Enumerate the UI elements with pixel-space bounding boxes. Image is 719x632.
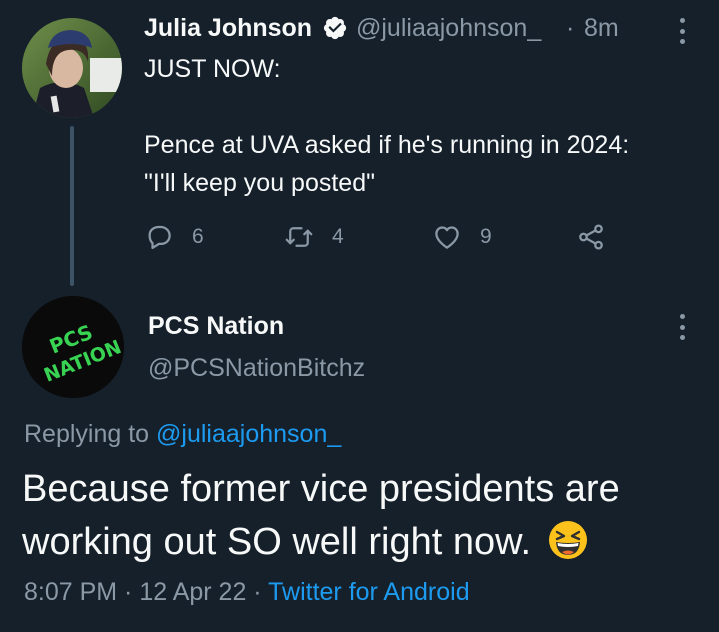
reply-text: working out SO well right now.	[22, 521, 532, 563]
parent-display-name[interactable]: Julia Johnson	[144, 14, 312, 43]
reply-handle[interactable]: @PCSNationBitchz	[148, 354, 365, 383]
avatar-pcs-nation[interactable]: PCS NATION	[22, 296, 124, 398]
avatar-photo	[22, 18, 122, 118]
tweet-date[interactable]: 12 Apr 22	[139, 578, 246, 606]
retweet-count: 4	[332, 225, 344, 248]
separator-dot: ·	[117, 578, 140, 606]
reply-text-line: Because former vice presidents are	[22, 468, 620, 510]
tweet-source-link[interactable]: Twitter for Android	[268, 578, 469, 606]
grinning-squinting-face-icon	[548, 520, 587, 559]
parent-text-line: JUST NOW:	[144, 55, 281, 83]
reply-count: 6	[192, 225, 204, 248]
more-options-icon[interactable]	[678, 314, 686, 340]
heart-icon	[435, 226, 459, 249]
share-button[interactable]	[576, 222, 606, 252]
retweet-button[interactable]: 4	[284, 222, 344, 252]
separator-dot: ·	[566, 14, 575, 42]
like-button[interactable]: 9	[432, 222, 492, 252]
replying-to-prefix: Replying to	[24, 420, 157, 448]
replying-to-handle-link[interactable]: @juliaajohnson_	[156, 420, 341, 448]
replying-to-line: Replying to @juliaajohnson_	[24, 420, 341, 449]
reply-text-line-2: working out SO well right now.	[22, 520, 588, 564]
reply-button[interactable]: 6	[144, 222, 204, 252]
tweet-meta-line: 8:07 PM · 12 Apr 22 · Twitter for Androi…	[24, 578, 470, 607]
like-count: 9	[480, 225, 492, 248]
reply-display-name[interactable]: PCS Nation	[148, 312, 284, 341]
thread-connector-line	[70, 126, 74, 286]
separator-dot: ·	[246, 578, 269, 606]
avatar-julia-johnson[interactable]	[22, 18, 122, 118]
parent-timestamp[interactable]: 8m	[584, 14, 619, 43]
parent-handle[interactable]: @juliaajohnson_	[356, 14, 541, 43]
pcs-nation-logo: PCS NATION	[22, 296, 124, 398]
verified-badge-icon	[323, 16, 347, 40]
more-options-icon[interactable]	[678, 18, 686, 44]
retweet-icon	[285, 227, 313, 247]
tweet-time[interactable]: 8:07 PM	[24, 578, 117, 606]
parent-text-line: Pence at UVA asked if he's running in 20…	[144, 131, 630, 159]
parent-text-line: "I'll keep you posted"	[144, 169, 375, 197]
reply-icon	[148, 225, 171, 249]
share-icon	[579, 224, 603, 250]
